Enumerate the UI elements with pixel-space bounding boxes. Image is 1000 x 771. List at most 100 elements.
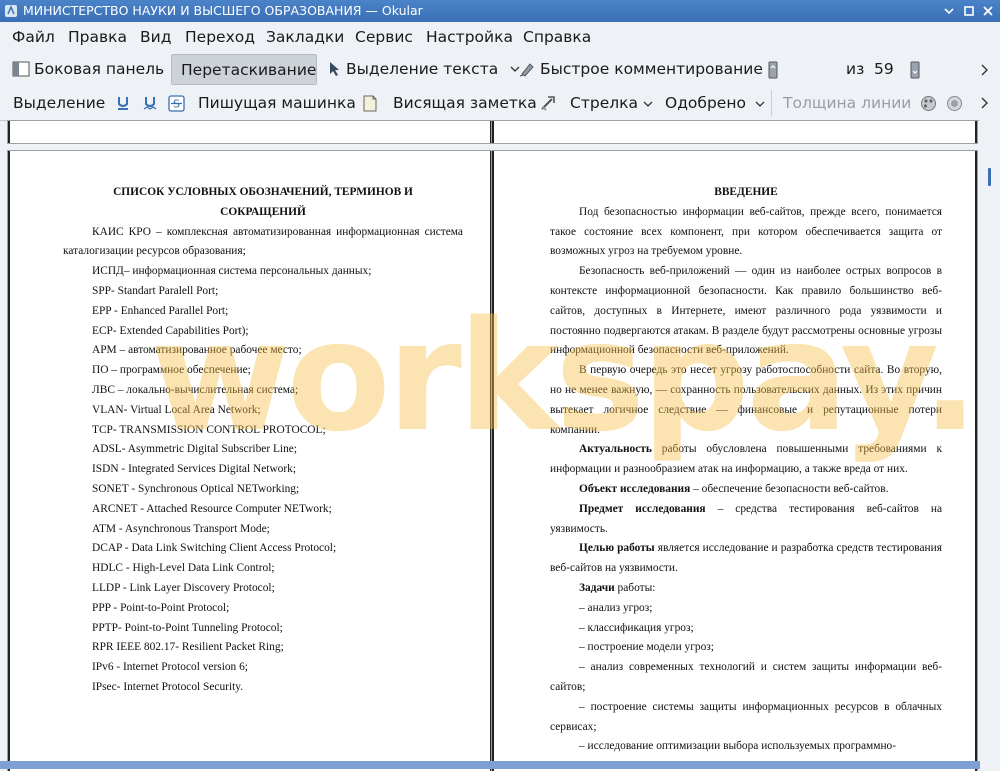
color-palette-icon[interactable] [920,95,937,112]
abbrev-item: ADSL- Asymmetric Digital Subscriber Line… [92,443,297,456]
abbrev-item: ISDN - Integrated Services Digital Netwo… [92,463,297,476]
abbrev-item: ПО – программное обеспечение; [92,364,251,377]
intro-para-2: Безопасность веб-приложений — один из на… [550,265,942,357]
menu-settings[interactable]: Настройка [426,28,513,46]
tasks-text: работы: [614,581,656,594]
section-heading: СПИСОК УСЛОВНЫХ ОБОЗНАЧЕНИЙ, ТЕРМИНОВ И [113,186,413,198]
okular-app-icon[interactable] [4,4,18,18]
abbrev-item: TCP- TRANSMISSION CONTROL PROTOCOL; [92,423,326,436]
opacity-icon[interactable] [946,95,963,112]
subject-label: Предмет исследования [579,502,706,515]
chevron-down-icon[interactable] [755,100,765,108]
previous-page-left [8,121,492,143]
abbrev-item: HDLC - High-Level Data Link Control; [92,562,275,575]
highlight-tool-button[interactable]: Выделение [13,94,105,112]
tasks-list: – анализ угроз; – классификация угроз; – п… [550,599,942,757]
object-text: – обеспечение безопасности веб-сайтов. [690,482,889,495]
sticky-note-icon[interactable] [363,95,377,112]
window-title: МИНИСТЕРСТВО НАУКИ И ВЫСШЕГО ОБРАЗОВАНИЯ… [23,3,423,18]
text-select-label: Выделение текста [346,60,499,78]
goal-label: Целью работы [579,542,655,555]
chevron-down-icon[interactable] [643,100,653,108]
close-icon[interactable] [982,5,994,17]
goal-para: Целью работы является исследование и раз… [550,539,942,579]
sidebar-button[interactable]: Боковая панель [12,60,164,78]
page-total-label: 59 [874,60,894,78]
left-page-content: СПИСОК УСЛОВНЫХ ОБОЗНАЧЕНИЙ, ТЕРМИНОВ И … [63,183,463,698]
sidebar-label: Боковая панель [34,60,165,78]
abbrev-item: ARCNET - Attached Resource Computer NETw… [92,502,332,515]
sticky-note-tool-button[interactable]: Висящая заметка [393,94,537,112]
arrow-tool-icon[interactable] [540,95,556,111]
maximize-icon[interactable] [963,5,975,17]
task-item: – анализ угроз; [579,601,653,614]
next-page-icon[interactable] [910,61,920,79]
menu-bookmarks[interactable]: Закладки [266,28,344,46]
abbrev-item: PPP - Point-to-Point Protocol; [92,601,230,614]
squiggle-underline-icon[interactable] [143,95,157,111]
annotation-toolbar: Выделение S Пишущая машинка Висящая заме… [0,87,1000,120]
toolbar-overflow-icon[interactable] [980,64,989,76]
main-toolbar: Боковая панель Перетаскивание Выделение … [0,52,1000,136]
abbrev-item: ЛВС – локально-вычислительная система; [92,383,299,396]
abbrev-item: RPR IEEE 802.17- Resilient Packet Ring; [92,641,284,654]
object-label: Объект исследования [579,482,691,495]
stamp-tool-button[interactable]: Одобрено [665,94,746,112]
cursor-icon [330,62,339,76]
underline-icon[interactable] [116,95,130,111]
task-item: – анализ современных технологий и систем… [550,661,942,693]
abbrev-list: ИСПД– информационная система персональны… [63,262,463,698]
abbrev-item: ATM - Asynchronous Transport Mode; [92,522,270,535]
previous-page-right [492,121,977,143]
drag-tool-button[interactable]: Перетаскивание [171,54,317,85]
abbrev-item: IPsec- Internet Protocol Security. [92,680,244,693]
vertical-scrollbar[interactable] [980,120,1000,769]
menu-help[interactable]: Справка [523,28,591,46]
relevance-label: Актуальность [579,443,652,456]
task-item: – построение системы защиты информационн… [550,700,942,733]
line-width-button[interactable]: Толщина линии [783,94,911,112]
quick-comment-label: Быстрое комментирование [540,60,763,78]
scrollbar-thumb[interactable] [988,168,991,186]
abbrev-item: ECP- Extended Capabilities Port); [92,324,249,337]
text-select-button[interactable]: Выделение текста [329,60,520,78]
typewriter-tool-button[interactable]: Пишущая машинка [198,94,356,112]
task-item: – исследование оптимизации выбора исполь… [579,740,897,753]
menu-view[interactable]: Вид [140,28,171,46]
title-bar: МИНИСТЕРСТВО НАУКИ И ВЫСШЕГО ОБРАЗОВАНИЯ… [0,0,1000,22]
abbrev-first-para: КАИС КРО – комплексная автоматизированна… [63,225,463,258]
abbrev-item: SONET - Synchronous Optical NETworking; [92,482,300,495]
intro-para-1: Под безопасностью информации веб-сайтов,… [550,205,942,258]
menu-file[interactable]: Файл [12,28,55,46]
quick-comment-button[interactable]: Быстрое комментирование [519,60,763,78]
intro-heading: ВВЕДЕНИЕ [714,186,778,198]
document-view[interactable]: СПИСОК УСЛОВНЫХ ОБОЗНАЧЕНИЙ, ТЕРМИНОВ И … [0,120,1000,771]
abbrev-item: SPP- Standart Paralell Port; [92,284,219,297]
abbrev-item: LLDP - Link Layer Discovery Protocol; [92,581,275,594]
arrow-tool-button[interactable]: Стрелка [570,94,638,112]
sidebar-icon [12,61,30,77]
relevance-para: Актуальность работы обусловлена повышенн… [550,440,942,480]
menu-edit[interactable]: Правка [68,28,127,46]
abbrev-item: DCAP - Data Link Switching Client Access… [92,542,337,555]
task-item: – классификация угроз; [579,621,694,634]
menu-tools[interactable]: Сервис [355,28,413,46]
status-strip [0,761,980,769]
tasks-para: Задачи работы: [550,579,942,599]
pen-comment-icon [519,63,534,77]
strikeout-icon[interactable]: S [168,95,185,112]
minimize-icon[interactable] [943,5,955,17]
abbrev-item: АРМ – автоматизированное рабочее место; [92,344,302,357]
drag-tool-label: Перетаскивание [181,60,317,79]
toolbar-overflow-icon[interactable] [980,97,989,109]
right-page: ВВЕДЕНИЕ Под безопасностью информации ве… [492,151,977,771]
menu-go[interactable]: Переход [185,28,255,46]
left-page: СПИСОК УСЛОВНЫХ ОБОЗНАЧЕНИЙ, ТЕРМИНОВ И … [8,151,492,771]
subject-para: Предмет исследования – средства тестиров… [550,500,942,540]
page-of-label: из [846,60,865,78]
menu-bar: Файл Правка Вид Переход Закладки Сервис … [0,22,1000,52]
previous-page-icon[interactable] [768,61,778,79]
section-heading-cont: СОКРАЩЕНИЙ [220,205,306,218]
abbrev-item: IPv6 - Internet Protocol version 6; [92,661,248,674]
abbrev-item: PPTP- Point-to-Point Tunneling Protocol; [92,621,283,634]
